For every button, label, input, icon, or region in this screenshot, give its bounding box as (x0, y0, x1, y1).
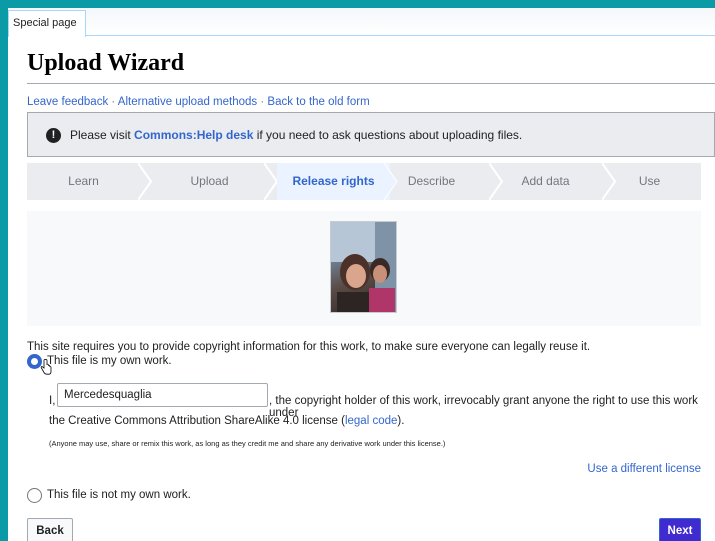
step-learn: Learn (68, 174, 99, 188)
license-close: ). (397, 415, 405, 427)
step-use: Use (638, 174, 661, 188)
step-add-data: Add data (521, 174, 570, 188)
grant-prefix: I, (49, 395, 56, 407)
author-name-field[interactable] (57, 383, 268, 407)
tab-strip: Special page (8, 8, 715, 37)
step-divider-icon (138, 163, 152, 200)
uploaded-image-thumbnail (330, 221, 397, 313)
wiki-page: Special page Upload Wizard Leave feedbac… (8, 8, 715, 541)
notice-suffix: if you need to ask questions about uploa… (253, 128, 523, 142)
own-work-label: This file is my own work. (47, 355, 172, 367)
help-notice: ! Please visit Commons:Help desk if you … (27, 112, 715, 157)
link-separator: · (108, 96, 118, 108)
step-describe: Describe (407, 174, 456, 188)
license-statement: the Creative Commons Attribution ShareAl… (49, 415, 404, 427)
page-title: Upload Wizard (27, 50, 715, 84)
wizard-links: Leave feedback · Alternative upload meth… (27, 96, 370, 108)
leave-feedback-link[interactable]: Leave feedback (27, 96, 108, 108)
back-button[interactable]: Back (27, 518, 73, 541)
notice-prefix: Please visit (70, 128, 135, 142)
copyright-intro: This site requires you to provide copyri… (27, 341, 591, 353)
help-notice-text: Please visit Commons:Help desk if you ne… (70, 128, 522, 142)
alternative-upload-link[interactable]: Alternative upload methods (118, 96, 257, 108)
use-different-license-link[interactable]: Use a different license (587, 463, 701, 475)
photo-thumbnail-image (331, 222, 396, 312)
wizard-steps: Learn Upload Release rights Describe Add… (27, 163, 701, 200)
upload-preview-area (27, 211, 701, 326)
license-fine-print: (Anyone may use, share or remix this wor… (49, 439, 446, 448)
tab-special-page[interactable]: Special page (8, 10, 86, 37)
license-text: the Creative Commons Attribution ShareAl… (49, 415, 345, 427)
legal-code-link[interactable]: legal code (345, 415, 397, 427)
old-form-link[interactable]: Back to the old form (267, 96, 369, 108)
not-own-work-radio[interactable] (27, 488, 42, 503)
step-divider-icon (264, 163, 278, 200)
step-upload: Upload (190, 174, 229, 188)
not-own-work-label: This file is not my own work. (47, 489, 191, 501)
hand-cursor-icon (40, 359, 52, 375)
alert-icon: ! (46, 128, 61, 143)
step-release-rights: Release rights (277, 163, 390, 200)
help-desk-link[interactable]: Commons:Help desk (134, 128, 253, 142)
next-button[interactable]: Next (659, 518, 701, 541)
link-separator: · (257, 96, 268, 108)
